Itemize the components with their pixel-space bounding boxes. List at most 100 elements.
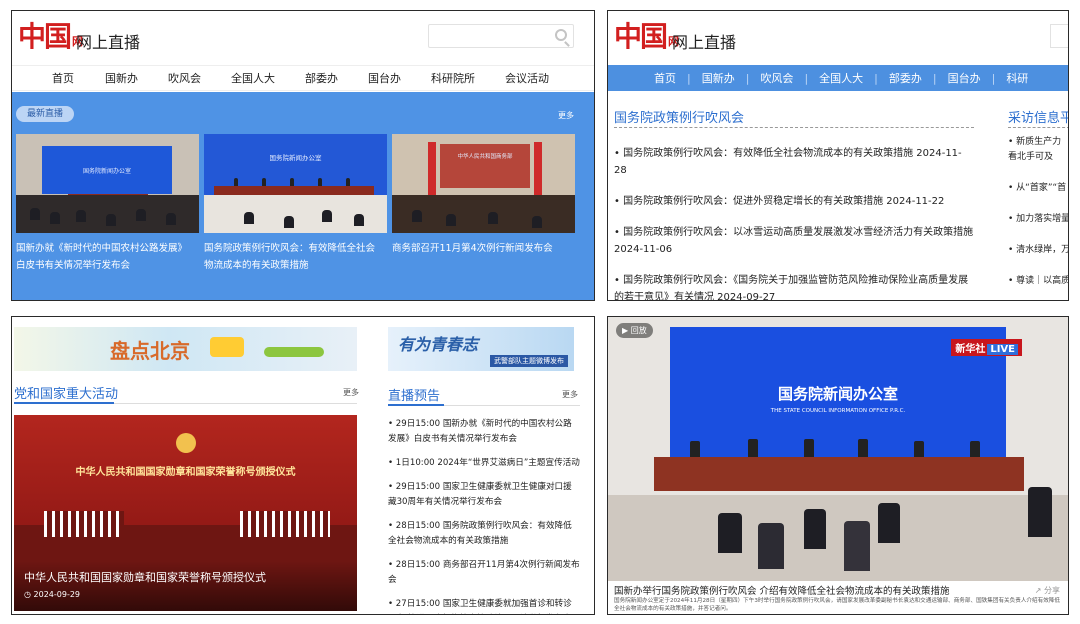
seat: [30, 208, 40, 220]
ceremony-caption[interactable]: 中华人民共和国国家勋章和国家荣誉称号颁授仪式: [24, 569, 266, 585]
seat: [532, 216, 542, 228]
panel-major-events: 盘点北京 有为青春志 武警部队主题微博发布 党和国家重大活动 更多 中华人民共和…: [11, 316, 595, 615]
nav-item-events[interactable]: 会议活动: [505, 70, 549, 86]
list-item[interactable]: • 29日15:00 国家卫生健康委就卫生健康对口援藏30周年有关情况举行发布会: [388, 480, 580, 510]
interview-list: • 新质生产力 看北手可及 • 从“首家”“首 • 加力落实增量政 • 清水绿岸…: [1008, 135, 1068, 300]
site-logo[interactable]: 中国 网: [18, 21, 83, 53]
list-item[interactable]: • 新质生产力 看北手可及: [1008, 135, 1068, 165]
ceremony-date: ◷ 2024-09-29: [24, 590, 80, 599]
list-item[interactable]: • 27日15:00 国家卫生健康委就加强首诊和转诊服务 推进医疗机构检查检验结…: [388, 597, 580, 614]
speaker: [748, 439, 758, 457]
list-item[interactable]: • 国务院政策例行吹风会：《国务院关于加强监管防范风险推动保险业高质量发展的若干…: [614, 272, 974, 300]
seat: [322, 210, 332, 222]
nav-item-home[interactable]: 首页: [654, 70, 676, 86]
site-logo[interactable]: 中国 网: [614, 21, 679, 53]
logo-text: 中国: [614, 20, 668, 53]
nav-item-briefing[interactable]: 吹风会: [760, 70, 793, 86]
live-thumbnail-2[interactable]: 国务院新闻办公室: [204, 134, 387, 233]
live-logo-text: 新华社: [955, 344, 986, 355]
reporter: [718, 513, 742, 553]
panel-video-player: 国务院新闻办公室 THE STATE COUNCIL INFORMATION O…: [607, 316, 1069, 615]
more-link[interactable]: 更多: [558, 110, 574, 121]
panel-briefing-list: 中国 网 网上直播 首页 | 国新办 | 吹风会 | 全国人大 | 部委办 | 国台办 | …: [607, 10, 1069, 301]
list-item[interactable]: • 尊读｜以高质量: [1008, 274, 1068, 289]
search-icon[interactable]: [555, 29, 567, 41]
main-nav: 首页 | 国新办 | 吹风会 | 全国人大 | 部委办 | 国台办 | 科研: [608, 65, 1068, 91]
speaker: [804, 439, 814, 457]
section-title-live-preview: 直播预告: [388, 389, 441, 404]
latest-live-badge[interactable]: 最新直播: [16, 106, 74, 122]
seat: [136, 209, 146, 221]
search-input[interactable]: [1050, 24, 1068, 48]
nav-item-scio[interactable]: 国新办: [702, 70, 735, 86]
flag: [428, 142, 436, 196]
honor-guard: [240, 511, 330, 537]
banner-beijing[interactable]: 盘点北京: [14, 327, 357, 371]
seat: [106, 214, 116, 226]
reporter: [844, 521, 870, 571]
nav-item-research[interactable]: 科研: [1006, 70, 1028, 86]
speaker: [318, 178, 322, 186]
seat: [76, 210, 86, 222]
list-item[interactable]: • 1日10:00 2024年“世界艾滋病日”主题宣传活动: [388, 456, 580, 471]
list-item[interactable]: • 国务院政策例行吹风会：促进外贸稳定增长的有关政策措施 2024-11-22: [614, 193, 974, 210]
list-item[interactable]: • 加力落实增量政: [1008, 212, 1068, 227]
live-caption-3[interactable]: 商务部召开11月第4次例行新闻发布会: [392, 240, 572, 257]
seat: [412, 210, 422, 222]
share-button[interactable]: ↗ 分享: [1035, 585, 1060, 596]
seat: [166, 213, 176, 225]
list-item[interactable]: • 29日15:00 国新办就《新时代的中国农村公路发展》白皮书有关情况举行发布…: [388, 417, 580, 447]
speaker: [970, 441, 980, 457]
nav-item-ministries[interactable]: 部委办: [889, 70, 922, 86]
speaker: [858, 439, 868, 457]
banner-youth[interactable]: 有为青春志 武警部队主题微博发布: [388, 327, 574, 371]
nav-item-ministries[interactable]: 部委办: [305, 70, 338, 86]
section-title: 国务院政策例行吹风会: [614, 111, 745, 126]
more-link[interactable]: 更多: [562, 389, 578, 400]
nav-item-research[interactable]: 科研院所: [431, 70, 475, 86]
nav-item-npc[interactable]: 全国人大: [231, 70, 275, 86]
seat: [50, 212, 60, 224]
live-caption-2[interactable]: 国务院政策例行吹风会：有效降低全社会物流成本的有关政策措施: [204, 240, 384, 274]
nav-item-home[interactable]: 首页: [52, 70, 74, 86]
list-item[interactable]: • 清水绿岸，万物: [1008, 243, 1068, 258]
video-caption[interactable]: 国新办举行国务院政策例行吹风会 介绍有效降低全社会物流成本的有关政策措施: [614, 583, 950, 597]
screen-text: 中华人民共和国商务部: [457, 154, 513, 160]
logo-text: 中国: [18, 20, 72, 53]
replay-badge[interactable]: ▶ 回放: [616, 323, 653, 338]
video-frame[interactable]: 国务院新闻办公室 THE STATE COUNCIL INFORMATION O…: [608, 317, 1068, 581]
speaker: [346, 178, 350, 186]
nav-separator: |: [745, 71, 750, 85]
nav-item-taiwan-office[interactable]: 国台办: [948, 70, 981, 86]
ceremony-photo[interactable]: 中华人民共和国国家勋章和国家荣誉称号颁授仪式 中华人民共和国国家勋章和国家荣誉称…: [14, 415, 357, 611]
nav-item-taiwan-office[interactable]: 国台办: [368, 70, 401, 86]
date-text: 2024-09-29: [33, 590, 81, 599]
more-link[interactable]: 更多: [343, 387, 359, 398]
banner-subtitle: 武警部队主题微博发布: [490, 355, 568, 367]
nav-item-npc[interactable]: 全国人大: [819, 70, 863, 86]
live-preview-list: • 29日15:00 国新办就《新时代的中国农村公路发展》白皮书有关情况举行发布…: [388, 417, 580, 614]
section-title-major-events: 党和国家重大活动: [14, 387, 119, 402]
nav-separator: |: [804, 71, 809, 85]
seat: [354, 214, 364, 226]
seat: [284, 216, 294, 228]
list-item[interactable]: • 国务院政策例行吹风会：有效降低全社会物流成本的有关政策措施 2024-11-…: [614, 145, 974, 179]
honor-guard: [44, 511, 124, 537]
stage-screen: 国务院新闻办公室: [42, 146, 172, 194]
seat: [488, 212, 498, 224]
right-section-title: 采访信息平: [1008, 111, 1069, 126]
search-input[interactable]: [428, 24, 574, 48]
nav-item-scio[interactable]: 国新办: [105, 70, 138, 86]
studio-desk: [654, 457, 1024, 491]
live-thumbnail-1[interactable]: 国务院新闻办公室: [16, 134, 199, 233]
section-divider: [614, 127, 974, 128]
list-item[interactable]: • 国务院政策例行吹风会：以冰雪运动高质量发展激发冰雪经济活力有关政策措施 20…: [614, 224, 974, 258]
nav-item-briefing[interactable]: 吹风会: [168, 70, 201, 86]
live-caption-1[interactable]: 国新办就《新时代的中国农村公路发展》白皮书有关情况举行发布会: [16, 240, 196, 274]
live-thumbnail-3[interactable]: 中华人民共和国商务部: [392, 134, 575, 233]
video-description: 国务院新闻办公室定于2024年11月28日（星期四）下午3时举行国务院政策例行吹…: [614, 598, 1060, 612]
list-item[interactable]: • 28日15:00 国务院政策例行吹风会：有效降低全社会物流成本的有关政策措施: [388, 519, 580, 549]
nav-separator: |: [874, 71, 878, 85]
list-item[interactable]: • 从“首家”“首: [1008, 181, 1068, 196]
list-item[interactable]: • 28日15:00 商务部召开11月第4次例行新闻发布会: [388, 558, 580, 588]
